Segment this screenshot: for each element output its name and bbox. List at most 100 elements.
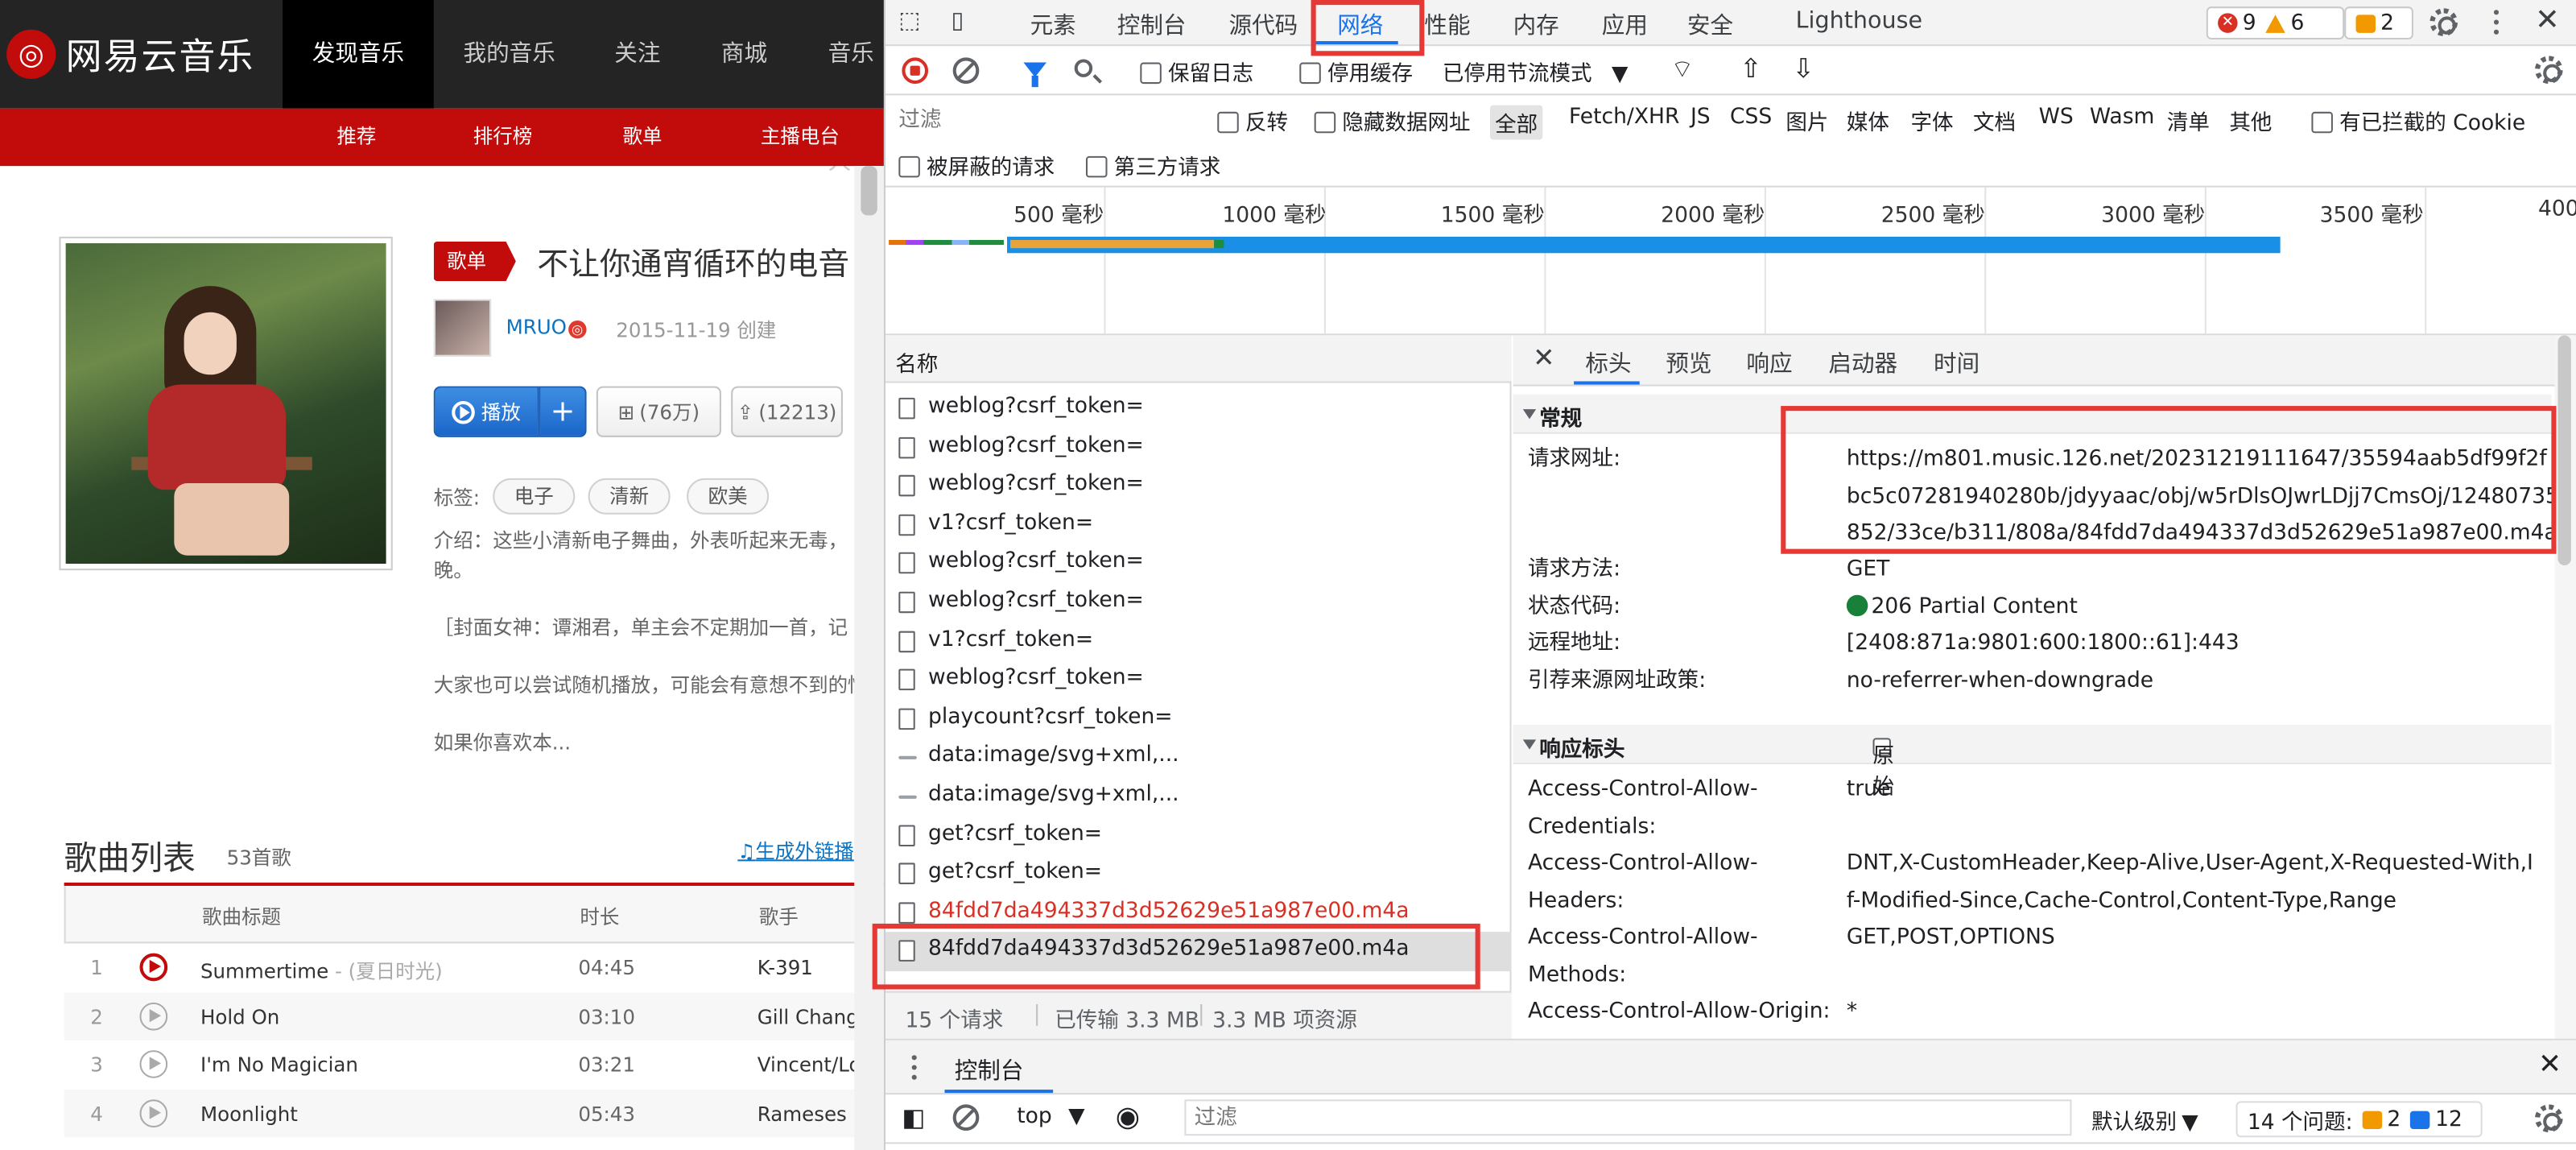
tag-western[interactable]: 欧美 [687, 478, 770, 515]
invert-checkbox[interactable]: 反转 [1217, 105, 1288, 136]
eye-icon[interactable]: ◉ [1116, 1101, 1140, 1134]
checkbox-icon[interactable] [1140, 62, 1162, 85]
add-to-queue-button[interactable]: + [539, 386, 587, 437]
blocked-requests-checkbox[interactable]: 被屏蔽的请求 [898, 150, 1055, 180]
request-row[interactable]: v1?csrf_token= [886, 506, 1512, 544]
console-filter-input[interactable] [1184, 1099, 2072, 1136]
tab-application[interactable]: 应用 [1602, 8, 1648, 41]
table-row[interactable]: 2 Hold On 03:10 Gill Chang. [64, 991, 884, 1040]
request-row[interactable]: weblog?csrf_token= [886, 661, 1512, 700]
close-details-icon[interactable]: ✕ [1533, 341, 1554, 373]
request-row[interactable]: weblog?csrf_token= [886, 583, 1512, 622]
song-title-text[interactable]: Summertime [200, 960, 328, 983]
issues-badge[interactable]: 2 [2344, 6, 2413, 39]
tab-memory[interactable]: 内存 [1513, 8, 1559, 41]
nav-follow[interactable]: 关注 [614, 0, 660, 109]
more-options-icon[interactable] [2493, 10, 2500, 36]
filter-icon[interactable] [1023, 62, 1046, 88]
checkbox-icon[interactable] [1314, 111, 1336, 134]
network-settings-icon[interactable] [2534, 56, 2563, 85]
clear-icon[interactable] [952, 57, 980, 85]
logo[interactable]: ◎ 网易云音乐 [0, 0, 254, 109]
details-scrollbar[interactable] [2554, 335, 2576, 1039]
tab-response[interactable]: 响应 [1746, 347, 1792, 380]
creator-name-text[interactable]: MRUO [506, 316, 567, 339]
request-row[interactable]: weblog?csrf_token= [886, 544, 1512, 583]
type-filter-fetch[interactable]: Fetch/XHR [1569, 105, 1679, 130]
filter-input[interactable] [892, 101, 1195, 139]
network-timeline[interactable]: 500 毫秒 1000 毫秒 1500 毫秒 2000 毫秒 2500 毫秒 3… [885, 187, 2576, 336]
type-filter-ws[interactable]: WS [2039, 105, 2074, 130]
tab-preview[interactable]: 预览 [1666, 347, 1711, 380]
tab-network[interactable]: 网络 [1337, 8, 1383, 41]
tab-security[interactable]: 安全 [1687, 8, 1733, 41]
request-row[interactable]: 84fdd7da494337d3d52629e51a987e00.m4a [886, 894, 1512, 933]
request-row[interactable]: weblog?csrf_token= [886, 428, 1512, 467]
song-artist[interactable]: Vincent/Lo. [758, 1053, 867, 1077]
tab-headers[interactable]: 标头 [1585, 347, 1631, 380]
disable-cache-checkbox[interactable]: 停用缓存 [1299, 56, 1413, 87]
tab-performance[interactable]: 性能 [1424, 8, 1470, 41]
song-title[interactable]: Moonlight [200, 1102, 298, 1125]
inspect-element-icon[interactable]: ⬚ [898, 8, 920, 35]
hide-data-urls-checkbox[interactable]: 隐藏数据网址 [1314, 105, 1471, 136]
upload-har-icon[interactable]: ⇧ [1740, 52, 1761, 84]
subnav-radio[interactable]: 主播电台 [761, 109, 840, 166]
details-scrollbar-thumb[interactable] [2557, 335, 2571, 566]
favorite-button[interactable]: ⊞ (76万) [596, 386, 721, 437]
type-filter-media[interactable]: 媒体 [1847, 105, 1889, 137]
console-settings-icon[interactable] [2534, 1104, 2563, 1133]
context-selector[interactable]: top ▼ [1017, 1104, 1084, 1129]
nav-discover[interactable]: 发现音乐 [283, 0, 434, 109]
network-conditions-icon[interactable]: ⌔ [1670, 54, 1694, 85]
type-filter-all[interactable]: 全部 [1490, 105, 1543, 140]
request-row[interactable]: data:image/svg+xml,... [886, 777, 1512, 816]
type-filter-img[interactable]: 图片 [1785, 105, 1828, 137]
general-section-header[interactable]: 常规 [1513, 394, 2552, 434]
table-row[interactable]: 3 I'm No Magician 03:21 Vincent/Lo. [64, 1040, 884, 1089]
type-filter-other[interactable]: 其他 [2229, 105, 2272, 137]
page-scrollbar[interactable] [854, 166, 884, 1150]
tag-fresh[interactable]: 清新 [588, 478, 671, 515]
subnav-recommend[interactable]: 推荐 [336, 109, 376, 166]
tab-elements[interactable]: 元素 [1030, 8, 1076, 41]
device-toolbar-icon[interactable]: ▯ [952, 8, 964, 35]
table-row[interactable]: 1 Summertime - (夏日时光) 04:45 K-391 [64, 943, 884, 991]
clear-console-icon[interactable] [952, 1104, 980, 1131]
type-filter-manifest[interactable]: 清单 [2167, 105, 2210, 137]
type-filter-wasm[interactable]: Wasm [2090, 105, 2154, 130]
song-title[interactable]: I'm No Magician [200, 1053, 358, 1077]
search-icon[interactable] [1074, 59, 1093, 77]
error-warning-badge[interactable]: ✕ 9 6 [2206, 6, 2345, 39]
request-row[interactable]: data:image/svg+xml,... [886, 738, 1512, 777]
request-row[interactable]: v1?csrf_token= [886, 623, 1512, 661]
settings-gear-icon[interactable] [2429, 8, 2458, 36]
nav-my-music[interactable]: 我的音乐 [464, 0, 555, 109]
external-link-text[interactable]: 生成外链播 [755, 840, 853, 863]
request-row[interactable]: 84fdd7da494337d3d52629e51a987e00.m4a [885, 932, 1512, 972]
play-song-icon[interactable] [139, 953, 168, 982]
subnav-charts[interactable]: 排行榜 [473, 109, 533, 166]
sidebar-toggle-icon[interactable]: ◧ [902, 1102, 925, 1132]
creator-name[interactable]: MRUO ◎ [506, 316, 587, 339]
tab-console[interactable]: 控制台 [1117, 8, 1187, 41]
preserve-log-checkbox[interactable]: 保留日志 [1140, 56, 1253, 87]
request-row[interactable]: playcount?csrf_token= [886, 700, 1512, 738]
type-filter-js[interactable]: JS [1690, 105, 1711, 130]
console-issues-badge[interactable]: 14 个问题: 2 12 [2235, 1101, 2483, 1138]
nav-store[interactable]: 商城 [721, 0, 767, 109]
blocked-cookies-checkbox[interactable]: 有已拦截的 Cookie [2311, 105, 2525, 136]
tab-timing[interactable]: 时间 [1934, 347, 1979, 380]
song-title[interactable]: Summertime - (夏日时光) [200, 957, 443, 985]
tab-console-drawer[interactable]: 控制台 [955, 1053, 1024, 1086]
song-artist[interactable]: Rameses E [758, 1102, 865, 1125]
checkbox-icon[interactable] [1217, 111, 1239, 134]
song-title[interactable]: Hold On [200, 1005, 279, 1028]
type-filter-css[interactable]: CSS [1730, 105, 1772, 130]
request-row[interactable]: weblog?csrf_token= [886, 467, 1512, 506]
checkbox-icon[interactable] [1085, 155, 1108, 178]
creator-avatar[interactable] [433, 299, 492, 357]
type-filter-doc[interactable]: 文档 [1973, 105, 2016, 137]
song-artist[interactable]: Gill Chang. [758, 1005, 865, 1028]
song-artist[interactable]: K-391 [758, 957, 813, 980]
